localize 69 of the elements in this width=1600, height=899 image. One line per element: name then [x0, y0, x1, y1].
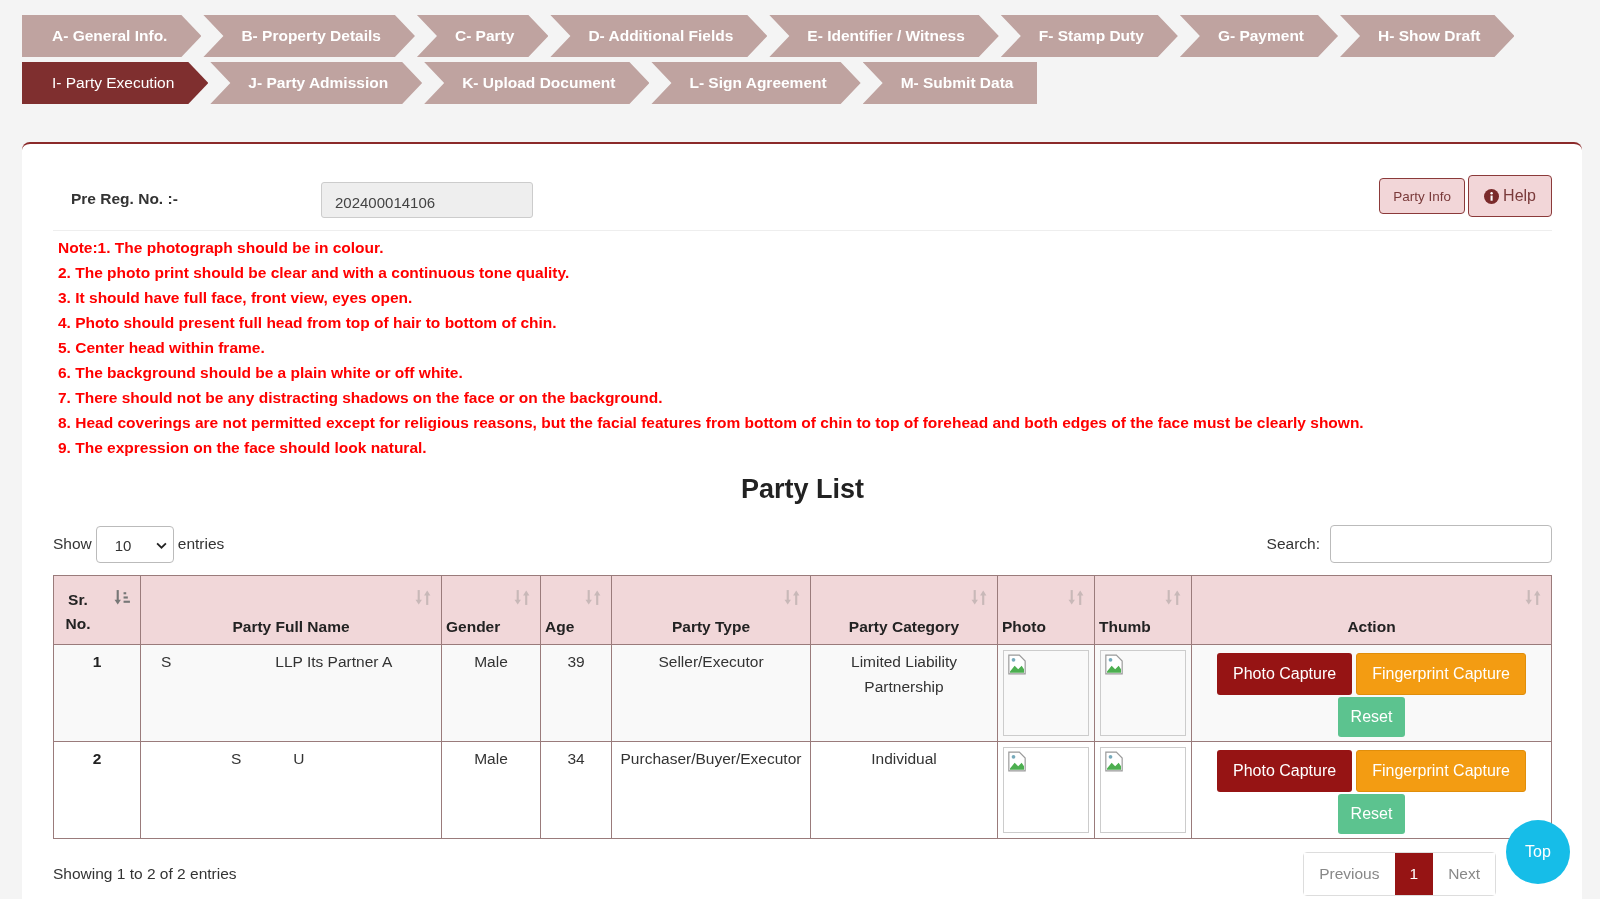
- list-title: Party List: [739, 474, 865, 505]
- help-button[interactable]: Help: [1468, 175, 1552, 217]
- step-tab[interactable]: M- Submit Data: [862, 62, 1038, 104]
- table-cell: Male: [441, 644, 541, 742]
- broken-image-icon: [1007, 751, 1027, 772]
- column-header[interactable]: Party Category: [810, 575, 998, 645]
- broken-image-icon: [1104, 751, 1124, 772]
- name-text: S: [161, 653, 172, 671]
- step-tab[interactable]: H- Show Draft: [1340, 15, 1515, 57]
- pre-reg-label: Pre Reg. No. :-: [71, 189, 179, 208]
- table-cell: Seller/Executor: [611, 644, 811, 742]
- search-field[interactable]: [1330, 525, 1552, 563]
- note-text: 5. Center head within frame.: [58, 338, 266, 358]
- column-header[interactable]: Party Type: [611, 575, 811, 645]
- step-tab[interactable]: B- Property Details: [203, 15, 415, 57]
- table-cell: 39: [540, 644, 612, 742]
- broken-image-icon: [1007, 654, 1027, 675]
- broken-image-icon: [1104, 654, 1124, 675]
- note-text: 2. The photo print should be clear and with a continuous tone quality.: [58, 263, 571, 283]
- table-cell: Purchaser/Buyer/Executor: [611, 741, 811, 839]
- name-text: LLP Its Partner A: [275, 653, 393, 671]
- table-cell: 2: [53, 741, 141, 839]
- step-tab[interactable]: G- Payment: [1179, 15, 1338, 57]
- table-cell: Limited Liability Partnership: [810, 644, 998, 742]
- photo-capture-button[interactable]: Photo Capture: [1217, 653, 1353, 695]
- column-header[interactable]: Party Full Name: [140, 575, 442, 645]
- entries-select[interactable]: 10: [95, 525, 174, 563]
- note-text: 4. Photo should present full head from top of hair to bottom of chin.: [58, 313, 558, 333]
- note-text: 8. Head coverings are not permitted except for religious reasons, but the facial features from bottom of chin to top of forehead and both edges of the face must be clearly shown.: [58, 413, 1365, 433]
- step-tab[interactable]: I- Party Execution: [22, 62, 209, 104]
- column-header[interactable]: Sr. No.: [53, 575, 141, 645]
- column-header[interactable]: Action: [1191, 575, 1552, 645]
- column-header[interactable]: Age: [540, 575, 612, 645]
- column-header[interactable]: Photo: [997, 575, 1095, 645]
- pre-reg-field[interactable]: 202400014106: [321, 182, 533, 218]
- note-text: Note:1. The photograph should be in colour.: [58, 238, 385, 258]
- column-header[interactable]: Gender: [441, 575, 541, 645]
- step-tab[interactable]: E- Identifier / Witness: [769, 15, 999, 57]
- party-info-button[interactable]: Party Info: [1379, 178, 1466, 214]
- step-tab[interactable]: L- Sign Agreement: [651, 62, 861, 104]
- column-header[interactable]: Thumb: [1094, 575, 1192, 645]
- entries-label: entries: [177, 535, 225, 553]
- note-text: 9. The expression on the face should look natural.: [58, 438, 428, 458]
- step-tab[interactable]: A- General Info.: [22, 15, 202, 57]
- table-info: Showing 1 to 2 of 2 entries: [53, 865, 237, 883]
- table-cell: 1: [53, 644, 141, 742]
- show-label: Show: [53, 535, 92, 553]
- step-tab[interactable]: F- Stamp Duty: [1000, 15, 1178, 57]
- step-tab[interactable]: J- Party Admission: [210, 62, 423, 104]
- note-text: 3. It should have full face, front view, eyes open.: [58, 288, 414, 308]
- table-cell: 34: [540, 741, 612, 839]
- search-label: Search:: [1266, 535, 1320, 553]
- name-text: U: [293, 750, 305, 768]
- step-tab[interactable]: C- Party: [416, 15, 549, 57]
- info-icon: [1484, 188, 1500, 204]
- step-tab[interactable]: K- Upload Document: [424, 62, 650, 104]
- reset-button[interactable]: Reset: [1337, 697, 1406, 737]
- reset-button[interactable]: Reset: [1337, 794, 1406, 834]
- note-text: 7. There should not be any distracting shadows on the face or on the background.: [58, 388, 664, 408]
- chevron-icon: [155, 541, 167, 549]
- page-button[interactable]: 1: [1394, 853, 1434, 895]
- name-text: S: [231, 750, 242, 768]
- step-tab[interactable]: D- Additional Fields: [550, 15, 768, 57]
- photo-capture-button[interactable]: Photo Capture: [1217, 750, 1353, 792]
- note-text: 6. The background should be a plain white or off white.: [58, 363, 464, 383]
- fingerprint-capture-button[interactable]: Fingerprint Capture: [1356, 750, 1526, 792]
- table-cell: Male: [441, 741, 541, 839]
- table-cell: Individual: [810, 741, 998, 839]
- fingerprint-capture-button[interactable]: Fingerprint Capture: [1356, 653, 1526, 695]
